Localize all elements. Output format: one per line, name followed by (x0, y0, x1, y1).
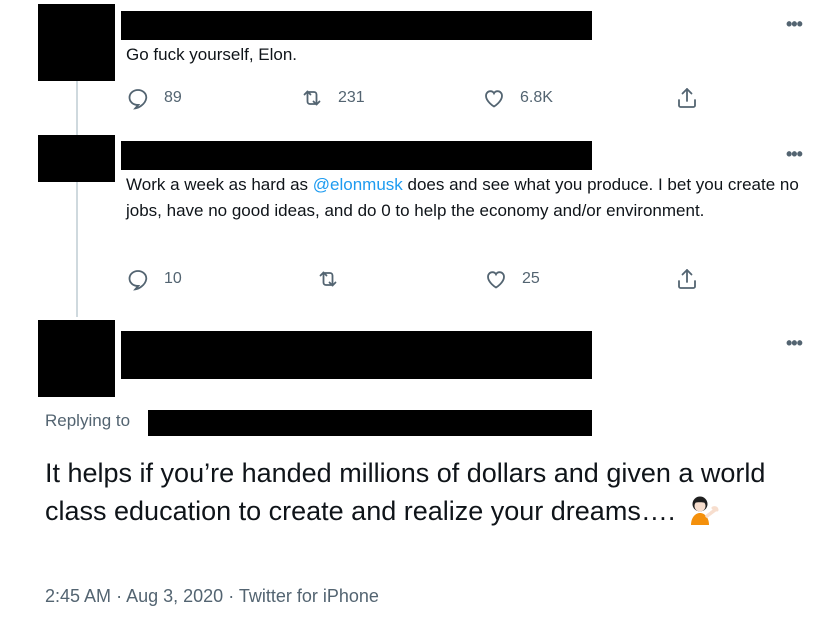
main-tweet-body: It helps if you’re handed millions of do… (45, 458, 766, 526)
more-options-icon[interactable]: ••• (786, 14, 803, 35)
like-count: 6.8K (520, 89, 553, 106)
reply-count: 89 (164, 89, 182, 106)
tweet-text: Go fuck yourself, Elon. (126, 45, 298, 64)
tweet-date[interactable]: Aug 3, 2020 (126, 586, 223, 606)
retweet-button[interactable] (316, 267, 340, 291)
person-tipping-hand-emoji (690, 496, 719, 525)
mention-link[interactable]: @elonmusk (313, 175, 403, 194)
avatar[interactable] (38, 135, 115, 182)
redacted-reply-target[interactable] (148, 410, 592, 436)
reply-icon (128, 270, 148, 291)
heart-icon (485, 90, 503, 108)
retweet-button[interactable]: 231 (300, 86, 365, 110)
tweet-metadata: 2:45 AM · Aug 3, 2020 · Twitter for iPho… (45, 586, 379, 607)
share-icon (678, 88, 696, 108)
retweet-count: 231 (338, 89, 365, 106)
redacted-username[interactable] (121, 11, 592, 40)
like-button[interactable]: 6.8K (482, 86, 553, 110)
redacted-username[interactable] (121, 331, 592, 379)
replying-to-label: Replying to (45, 411, 131, 430)
separator: · (228, 586, 235, 606)
thread-line (76, 80, 78, 317)
separator: · (116, 586, 123, 606)
share-button[interactable] (675, 267, 699, 291)
tweet-text: Work a week as hard as @elonmusk does an… (126, 172, 806, 224)
avatar[interactable] (38, 320, 115, 397)
reply-icon (128, 89, 148, 110)
reply-count: 10 (164, 270, 182, 287)
retweet-icon (319, 271, 337, 287)
share-button[interactable] (675, 86, 699, 110)
more-options-icon[interactable]: ••• (786, 333, 803, 354)
tweet-client[interactable]: Twitter for iPhone (239, 586, 379, 606)
avatar[interactable] (38, 4, 115, 81)
tweet-time[interactable]: 2:45 AM (45, 586, 111, 606)
like-button[interactable]: 25 (484, 267, 540, 291)
main-tweet-text: It helps if you’re handed millions of do… (45, 454, 805, 530)
heart-icon (487, 271, 505, 289)
more-options-icon[interactable]: ••• (786, 144, 803, 165)
redacted-username[interactable] (121, 141, 592, 170)
retweet-icon (303, 90, 321, 106)
reply-button[interactable]: 89 (126, 86, 182, 110)
share-icon (678, 269, 696, 289)
reply-button[interactable]: 10 (126, 267, 182, 291)
like-count: 25 (522, 270, 540, 287)
tweet-text-part: Work a week as hard as (126, 175, 313, 194)
